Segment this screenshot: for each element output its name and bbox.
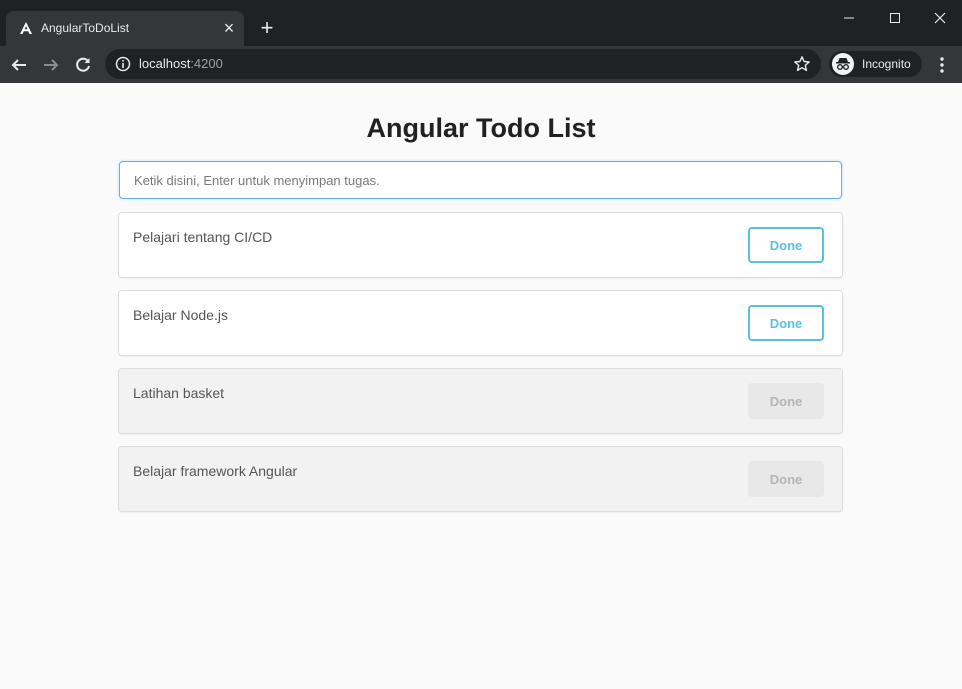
todo-text: Pelajari tentang CI/CD <box>133 229 273 245</box>
new-task-input[interactable] <box>119 161 842 199</box>
close-window-icon[interactable] <box>917 0 962 36</box>
incognito-label: Incognito <box>862 57 911 71</box>
url-host: localhost <box>139 56 191 71</box>
todo-text: Belajar Node.js <box>133 307 228 323</box>
maximize-icon[interactable] <box>872 0 918 36</box>
back-arrow-icon[interactable] <box>6 52 32 78</box>
tab-title: AngularToDoList <box>41 21 130 35</box>
browser-toolbar: localhost:4200 Incognito <box>0 46 962 83</box>
address-bar[interactable]: localhost:4200 <box>105 49 821 79</box>
done-button[interactable]: Done <box>748 305 824 341</box>
done-button[interactable]: Done <box>748 227 824 263</box>
todo-item: Belajar framework Angular Done <box>118 446 843 512</box>
done-button[interactable]: Done <box>748 383 824 419</box>
page-title: Angular Todo List <box>366 113 596 143</box>
new-tab-icon[interactable]: + <box>254 17 280 41</box>
angular-icon <box>20 22 32 34</box>
browser-tab[interactable]: AngularToDoList × <box>6 11 244 46</box>
browser-tab-strip: AngularToDoList × + <box>0 0 962 46</box>
url-port: :4200 <box>190 56 223 71</box>
reload-icon[interactable] <box>70 52 96 78</box>
close-tab-icon[interactable]: × <box>220 18 238 38</box>
forward-arrow-icon[interactable] <box>38 52 64 78</box>
todo-item: Belajar Node.js Done <box>118 290 843 356</box>
todo-item: Latihan basket Done <box>118 368 843 434</box>
url-text: localhost:4200 <box>139 56 223 71</box>
info-icon[interactable] <box>115 56 131 72</box>
bookmark-star-icon[interactable] <box>793 55 811 73</box>
todo-text: Belajar framework Angular <box>133 463 298 479</box>
todo-list: Pelajari tentang CI/CD Done Belajar Node… <box>118 212 843 524</box>
todo-text: Latihan basket <box>133 385 225 401</box>
more-vertical-icon[interactable] <box>932 54 952 76</box>
todo-item: Pelajari tentang CI/CD Done <box>118 212 843 278</box>
minimize-icon[interactable] <box>826 0 872 36</box>
done-button[interactable]: Done <box>748 461 824 497</box>
incognito-icon <box>832 53 854 75</box>
incognito-badge[interactable]: Incognito <box>829 51 922 77</box>
